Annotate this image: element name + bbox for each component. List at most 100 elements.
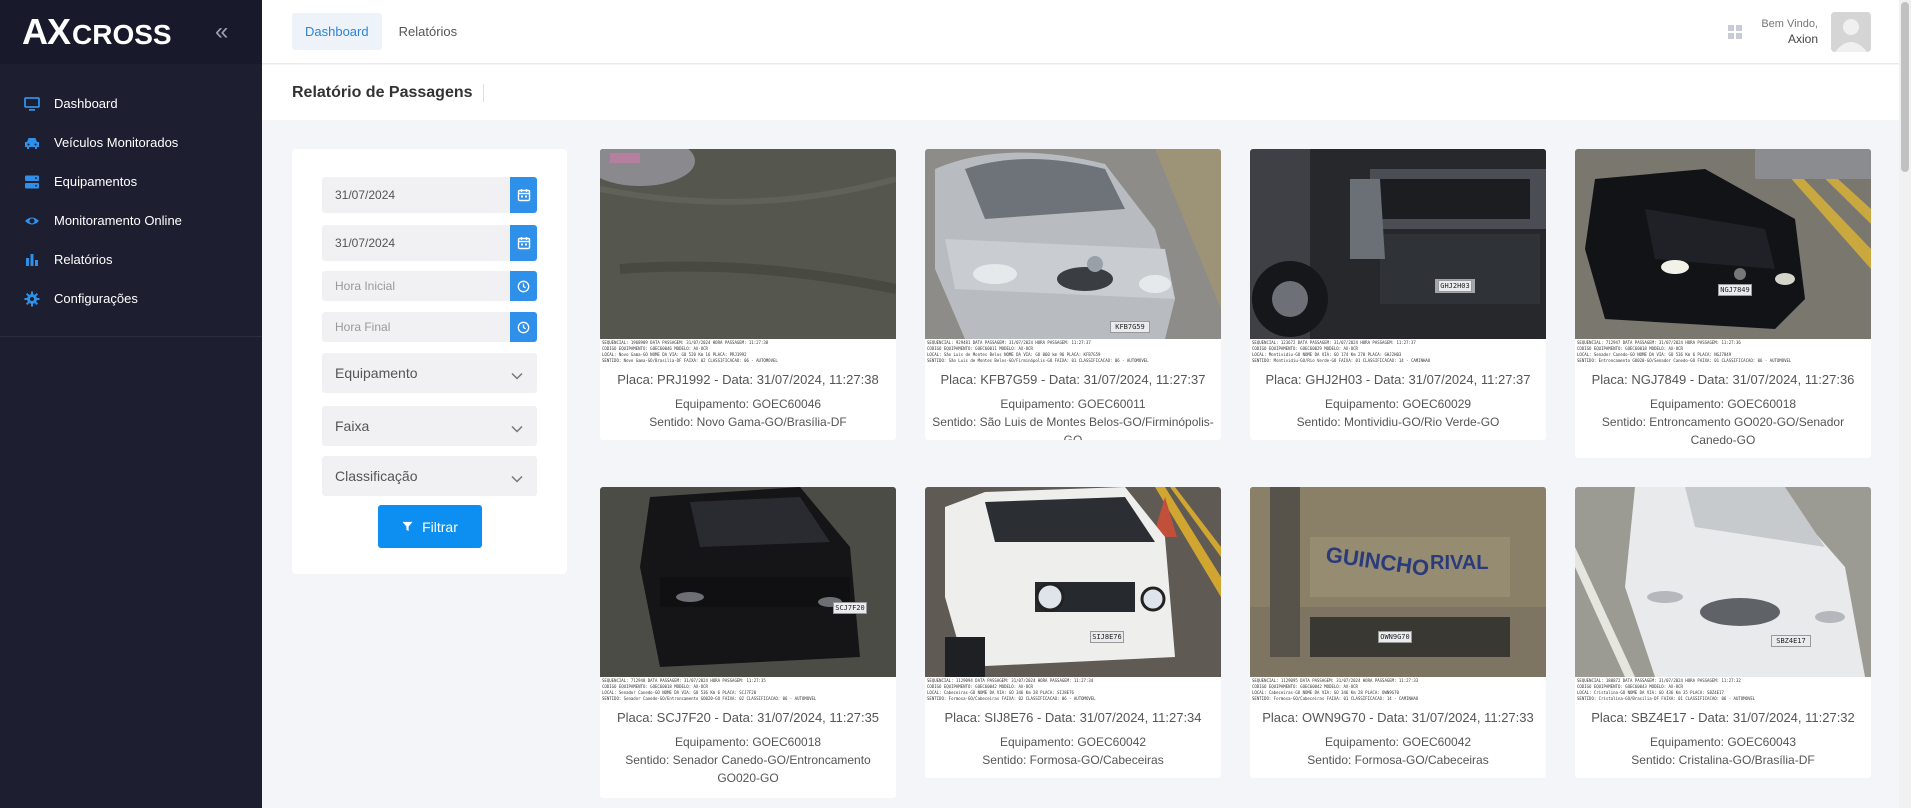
filter-panel: Equipamento Faixa Classificação Filtrar bbox=[292, 149, 567, 574]
passage-card[interactable]: SIJ8E76 SEQUENCIAL: 1129094 DATA PASSAGE… bbox=[925, 487, 1221, 778]
caption-line: SENTIDO: Novo Gama-GO/Brasilia-DF FAIXA:… bbox=[602, 358, 778, 363]
collapse-sidebar-icon[interactable]: « bbox=[215, 18, 228, 46]
sidebar-item-label: Dashboard bbox=[54, 96, 118, 111]
direction-text: Sentido: São Luis de Montes Belos-GO/Fir… bbox=[932, 415, 1214, 440]
axcross-logo[interactable]: AX CROSS bbox=[22, 11, 172, 53]
license-plate: OWN9G70 bbox=[1378, 631, 1412, 643]
sidebar-item-configuracoes[interactable]: Configurações bbox=[0, 279, 262, 318]
sidebar-item-monitoramento[interactable]: Monitoramento Online bbox=[0, 201, 262, 240]
tab-dashboard[interactable]: Dashboard bbox=[292, 13, 382, 50]
passage-card[interactable]: GUINCHO RIVAL OWN9G70 SEQUENCIAL: 112909… bbox=[1250, 487, 1546, 778]
date-start-field bbox=[322, 177, 537, 213]
license-plate: SIJ8E76 bbox=[1090, 631, 1124, 643]
eye-icon bbox=[24, 213, 40, 229]
sidebar-menu: Dashboard Veículos Monitorados Equipamen… bbox=[0, 84, 262, 318]
caption-line: SENTIDO: São Luis de Montes Belos-GO/Fir… bbox=[927, 358, 1149, 363]
clock-icon[interactable] bbox=[510, 312, 537, 342]
vehicle-photo[interactable]: GHJ2H03 bbox=[1250, 149, 1546, 339]
hour-end-input[interactable] bbox=[322, 320, 507, 334]
vehicle-photo[interactable]: KFB7G59 bbox=[925, 149, 1221, 339]
photo-caption: SEQUENCIAL: 180872 DATA PASSAGEM: 31/07/… bbox=[1575, 677, 1871, 703]
plate-date: Placa: NGJ7849 - Data: 31/07/2024, 11:27… bbox=[1591, 372, 1855, 387]
avatar[interactable] bbox=[1831, 12, 1871, 52]
welcome-text: Bem Vindo, Axion bbox=[1761, 17, 1818, 47]
page-scrollbar[interactable] bbox=[1899, 0, 1911, 808]
sidebar-item-equipamentos[interactable]: Equipamentos bbox=[0, 162, 262, 201]
caption-line: SENTIDO: Senador Canedo-GO/Entroncamento… bbox=[602, 696, 817, 701]
photo-caption: SEQUENCIAL: 123672 DATA PASSAGEM: 31/07/… bbox=[1250, 339, 1546, 365]
passage-card[interactable]: SCJ7F20 SEQUENCIAL: 712948 DATA PASSAGEM… bbox=[600, 487, 896, 798]
sidebar-item-label: Monitoramento Online bbox=[54, 213, 182, 228]
direction-text: Sentido: Novo Gama-GO/Brasília-DF bbox=[649, 415, 847, 429]
sidebar-header: AX CROSS « bbox=[0, 0, 262, 64]
sidebar-item-label: Veículos Monitorados bbox=[54, 135, 179, 150]
chevron-down-icon bbox=[511, 420, 523, 436]
vehicle-photo[interactable] bbox=[600, 149, 896, 339]
date-end-input[interactable] bbox=[322, 236, 507, 250]
photo-caption: SEQUENCIAL: 1129095 DATA PASSAGEM: 31/07… bbox=[1250, 677, 1546, 703]
filter-button-label: Filtrar bbox=[422, 518, 458, 535]
caption-line: SENTIDO: Montividiu-GO/Rio Verde-GO FAIX… bbox=[1252, 358, 1431, 363]
vehicle-photo[interactable]: NGJ7849 bbox=[1575, 149, 1871, 339]
photo-caption: SEQUENCIAL: 712948 DATA PASSAGEM: 31/07/… bbox=[600, 677, 896, 703]
direction-text: Sentido: Senador Canedo-GO/Entroncamento… bbox=[625, 753, 871, 785]
date-start-input[interactable] bbox=[322, 188, 507, 202]
logo-ax: AX bbox=[22, 11, 71, 52]
date-end-field bbox=[322, 225, 537, 261]
topbar: Dashboard Relatórios Bem Vindo, Axion bbox=[262, 0, 1911, 64]
sidebar: AX CROSS « Dashboard Veículos Monitorados… bbox=[0, 0, 262, 808]
plate-date: Placa: OWN9G70 - Data: 31/07/2024, 11:27… bbox=[1262, 710, 1534, 725]
sidebar-item-veiculos[interactable]: Veículos Monitorados bbox=[0, 123, 262, 162]
apps-grid-icon[interactable] bbox=[1727, 24, 1743, 40]
user-area: Bem Vindo, Axion bbox=[1727, 12, 1871, 52]
calendar-icon[interactable] bbox=[510, 177, 537, 213]
page-title: Relatório de Passagens bbox=[292, 83, 484, 102]
sidebar-item-relatorios[interactable]: Relatórios bbox=[0, 240, 262, 279]
hour-start-input[interactable] bbox=[322, 279, 507, 293]
photo-caption: SEQUENCIAL: 1968909 DATA PASSAGEM: 31/07… bbox=[600, 339, 896, 365]
equipment-text: Equipamento: GOEC60029 bbox=[1324, 397, 1472, 411]
passage-card[interactable]: SEQUENCIAL: 1968909 DATA PASSAGEM: 31/07… bbox=[600, 149, 896, 440]
lane-select[interactable]: Faixa bbox=[322, 406, 537, 446]
hour-start-field bbox=[322, 271, 537, 301]
sidebar-item-dashboard[interactable]: Dashboard bbox=[0, 84, 262, 123]
caption-line: SENTIDO: Formosa-GO/Cabeceiras FAIXA: 02… bbox=[927, 696, 1096, 701]
license-plate: SBZ4E17 bbox=[1771, 635, 1811, 647]
equipment-select[interactable]: Equipamento bbox=[322, 353, 537, 393]
svg-text:RIVAL: RIVAL bbox=[1430, 552, 1489, 574]
hour-end-field bbox=[322, 312, 537, 342]
tab-relatorios[interactable]: Relatórios bbox=[386, 13, 471, 50]
clock-icon[interactable] bbox=[510, 271, 537, 301]
direction-text: Sentido: Montividiu-GO/Rio Verde-GO bbox=[1296, 415, 1500, 429]
direction-text: Sentido: Cristalina-GO/Brasília-DF bbox=[1631, 753, 1815, 767]
photo-caption: SEQUENCIAL: 929481 DATA PASSAGEM: 31/07/… bbox=[925, 339, 1221, 365]
gear-icon bbox=[24, 291, 40, 307]
filter-button[interactable]: Filtrar bbox=[378, 505, 482, 548]
scrollbar-thumb[interactable] bbox=[1901, 2, 1909, 172]
chevron-down-icon bbox=[511, 367, 523, 383]
vehicle-photo[interactable]: SIJ8E76 bbox=[925, 487, 1221, 677]
equipment-text: Equipamento: GOEC60043 bbox=[1649, 735, 1797, 749]
bar-chart-icon bbox=[24, 252, 40, 268]
passage-card[interactable]: SBZ4E17 SEQUENCIAL: 180872 DATA PASSAGEM… bbox=[1575, 487, 1871, 778]
funnel-icon bbox=[402, 521, 413, 532]
calendar-icon[interactable] bbox=[510, 225, 537, 261]
passage-card[interactable]: KFB7G59 SEQUENCIAL: 929481 DATA PASSAGEM… bbox=[925, 149, 1221, 440]
plate-date: Placa: KFB7G59 - Data: 31/07/2024, 11:27… bbox=[940, 372, 1206, 387]
vehicle-photo[interactable]: SCJ7F20 bbox=[600, 487, 896, 677]
license-plate: SCJ7F20 bbox=[833, 602, 867, 614]
license-plate: NGJ7849 bbox=[1718, 284, 1752, 296]
server-icon bbox=[24, 174, 40, 190]
equipment-text: Equipamento: GOEC60042 bbox=[1324, 735, 1472, 749]
welcome-label: Bem Vindo, bbox=[1761, 18, 1818, 30]
caption-line: SENTIDO: Formosa-GO/Cabeceiras FAIXA: 01… bbox=[1252, 696, 1419, 701]
vehicle-photo[interactable]: SBZ4E17 bbox=[1575, 487, 1871, 677]
sidebar-item-label: Relatórios bbox=[54, 252, 113, 267]
passage-card[interactable]: GHJ2H03 SEQUENCIAL: 123672 DATA PASSAGEM… bbox=[1250, 149, 1546, 440]
direction-text: Sentido: Entroncamento GO020-GO/Senador … bbox=[1601, 415, 1845, 447]
equipment-text: Equipamento: GOEC60018 bbox=[1649, 397, 1797, 411]
vehicle-photo[interactable]: GUINCHO RIVAL OWN9G70 bbox=[1250, 487, 1546, 677]
passage-card[interactable]: NGJ7849 SEQUENCIAL: 712947 DATA PASSAGEM… bbox=[1575, 149, 1871, 458]
class-select[interactable]: Classificação bbox=[322, 456, 537, 496]
car-icon bbox=[24, 135, 40, 151]
